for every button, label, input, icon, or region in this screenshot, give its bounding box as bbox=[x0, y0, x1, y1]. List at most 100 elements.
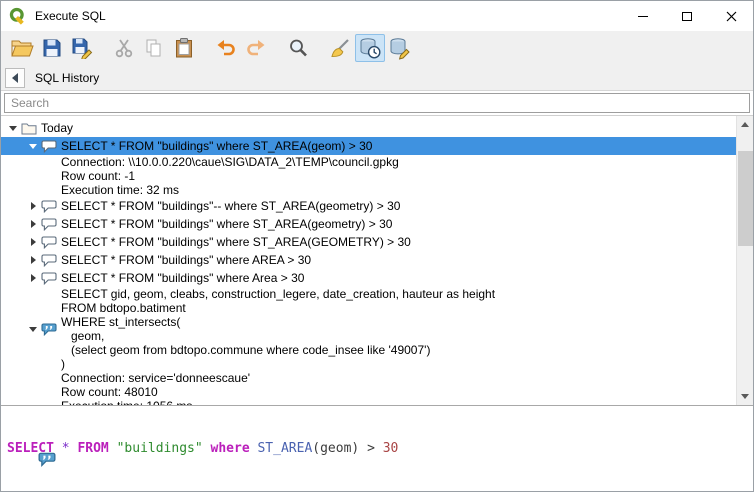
sql-preview-panel: SELECT * FROM "buildings" where ST_AREA(… bbox=[1, 405, 753, 491]
close-button[interactable] bbox=[709, 1, 753, 31]
redo-button[interactable] bbox=[241, 34, 271, 62]
sql-token bbox=[375, 441, 383, 456]
query-sql-text: SELECT * FROM "buildings" where AREA > 3… bbox=[61, 253, 311, 267]
sql-token bbox=[203, 441, 211, 456]
query-sql-text: FROM bdtopo.batiment bbox=[61, 301, 495, 315]
speech-bubble-icon bbox=[41, 272, 59, 285]
sql-token bbox=[359, 441, 367, 456]
history-tree-items: Today SELECT * FROM "buildings" where ST… bbox=[1, 116, 736, 405]
chevron-collapsed-icon[interactable] bbox=[27, 253, 41, 267]
chevron-expanded-icon[interactable] bbox=[27, 322, 41, 336]
query-sql-text: SELECT * FROM "buildings" where Area > 3… bbox=[61, 271, 304, 285]
qgis-logo-icon bbox=[9, 7, 27, 25]
history-item-row[interactable]: SELECT * FROM "buildings" where Area > 3… bbox=[1, 269, 736, 287]
query-detail-text[interactable]: Row count: 48010 bbox=[1, 385, 736, 399]
copy-button[interactable] bbox=[139, 34, 169, 62]
query-detail-text[interactable]: Connection: \\10.0.0.220\caue\SIG\DATA_2… bbox=[1, 155, 736, 169]
zoom-button[interactable] bbox=[283, 34, 313, 62]
save-query-as-button[interactable] bbox=[67, 34, 97, 62]
query-sql-text: (select geom from bdtopo.commune where c… bbox=[61, 343, 495, 357]
paste-icon bbox=[173, 37, 195, 59]
main-toolbar bbox=[1, 31, 753, 65]
sql-preview-text: SELECT * FROM "buildings" where ST_AREA(… bbox=[7, 441, 747, 456]
window-controls bbox=[621, 1, 753, 31]
search-bar bbox=[1, 91, 753, 115]
sql-token: > bbox=[367, 441, 375, 456]
speech-bubble-icon bbox=[41, 200, 59, 213]
sql-token: * bbox=[62, 441, 70, 456]
history-item-row[interactable]: SELECT * FROM "buildings" where ST_AREA(… bbox=[1, 215, 736, 233]
sql-token: "buildings" bbox=[117, 441, 203, 456]
query-detail-text[interactable]: Execution time: 32 ms bbox=[1, 183, 736, 197]
query-sql-text: SELECT * FROM "buildings" where ST_AREA(… bbox=[61, 235, 411, 249]
history-item-row[interactable]: SELECT * FROM "buildings"-- where ST_ARE… bbox=[1, 197, 736, 215]
window-title: Execute SQL bbox=[35, 9, 106, 23]
speech-bubble-icon bbox=[41, 254, 59, 267]
tree-group-today[interactable]: Today bbox=[1, 119, 736, 137]
scrollbar-track[interactable] bbox=[737, 133, 753, 388]
query-sql-text: SELECT * FROM "buildings" where ST_AREA(… bbox=[61, 217, 392, 231]
sql-token: where bbox=[211, 441, 250, 456]
query-detail-text[interactable]: Connection: service='donneescaue' bbox=[1, 371, 736, 385]
back-button[interactable] bbox=[5, 68, 25, 88]
history-item-row[interactable]: SELECT * FROM "buildings" where AREA > 3… bbox=[1, 251, 736, 269]
chevron-expanded-icon[interactable] bbox=[7, 121, 21, 135]
execute-sql-button[interactable] bbox=[385, 34, 415, 62]
history-item-row[interactable]: SELECT * FROM "buildings" where ST_AREA(… bbox=[1, 233, 736, 251]
chevron-expanded-icon[interactable] bbox=[27, 139, 41, 153]
paste-button[interactable] bbox=[169, 34, 199, 62]
chevron-collapsed-icon[interactable] bbox=[27, 217, 41, 231]
minimize-icon bbox=[638, 16, 648, 17]
redo-icon bbox=[245, 37, 267, 59]
history-item-row[interactable]: SELECT gid, geom, cleabs, construction_l… bbox=[1, 287, 736, 371]
title-bar: Execute SQL bbox=[1, 1, 753, 31]
sql-history-button[interactable] bbox=[355, 34, 385, 62]
undo-icon bbox=[215, 37, 237, 59]
vertical-scrollbar[interactable] bbox=[736, 116, 753, 405]
db-history-clock-icon bbox=[358, 36, 382, 60]
speech-bubble-icon bbox=[41, 218, 59, 231]
scrollbar-thumb[interactable] bbox=[738, 151, 753, 246]
scroll-up-arrow-icon[interactable] bbox=[737, 116, 753, 133]
magnifier-icon bbox=[287, 37, 309, 59]
history-nav-bar: SQL History bbox=[1, 65, 753, 91]
quote-bubble-icon bbox=[41, 323, 59, 336]
maximize-button[interactable] bbox=[665, 1, 709, 31]
quote-bubble-icon bbox=[7, 437, 56, 486]
sql-token: 30 bbox=[383, 441, 399, 456]
close-icon bbox=[726, 11, 737, 22]
chevron-collapsed-icon[interactable] bbox=[27, 271, 41, 285]
query-sql-text: ) bbox=[61, 357, 495, 371]
open-query-button[interactable] bbox=[7, 34, 37, 62]
query-detail-text[interactable]: Row count: -1 bbox=[1, 169, 736, 183]
scroll-down-arrow-icon[interactable] bbox=[737, 388, 753, 405]
undo-button[interactable] bbox=[211, 34, 241, 62]
folder-open-icon bbox=[10, 37, 34, 59]
save-query-button[interactable] bbox=[37, 34, 67, 62]
folder-icon bbox=[21, 122, 39, 135]
minimize-button[interactable] bbox=[621, 1, 665, 31]
query-sql-text: SELECT * FROM "buildings" where ST_AREA(… bbox=[61, 139, 372, 153]
query-sql-text: WHERE st_intersects( bbox=[61, 315, 495, 329]
sql-token: FROM bbox=[77, 441, 108, 456]
chevron-collapsed-icon[interactable] bbox=[27, 235, 41, 249]
clear-button[interactable] bbox=[325, 34, 355, 62]
query-sql-text: geom, bbox=[61, 329, 495, 343]
query-sql-block: SELECT gid, geom, cleabs, construction_l… bbox=[61, 287, 495, 371]
broom-icon bbox=[329, 37, 351, 59]
chevron-collapsed-icon[interactable] bbox=[27, 199, 41, 213]
execute-sql-window: { "window": { "title": "Execute SQL" }, … bbox=[0, 0, 754, 492]
cut-button[interactable] bbox=[109, 34, 139, 62]
save-as-icon bbox=[71, 37, 93, 59]
tree-group-label: Today bbox=[41, 121, 73, 135]
speech-bubble-icon bbox=[41, 140, 59, 153]
sql-token: ( bbox=[312, 441, 320, 456]
sql-token: geom bbox=[320, 441, 351, 456]
search-input[interactable] bbox=[4, 93, 750, 113]
copy-icon bbox=[143, 37, 165, 59]
history-tree: Today SELECT * FROM "buildings" where ST… bbox=[1, 115, 753, 405]
history-item-row[interactable]: SELECT * FROM "buildings" where ST_AREA(… bbox=[1, 137, 736, 155]
sql-token: ST_AREA bbox=[257, 441, 312, 456]
query-sql-text: SELECT * FROM "buildings"-- where ST_ARE… bbox=[61, 199, 400, 213]
db-execute-pencil-icon bbox=[388, 36, 412, 60]
